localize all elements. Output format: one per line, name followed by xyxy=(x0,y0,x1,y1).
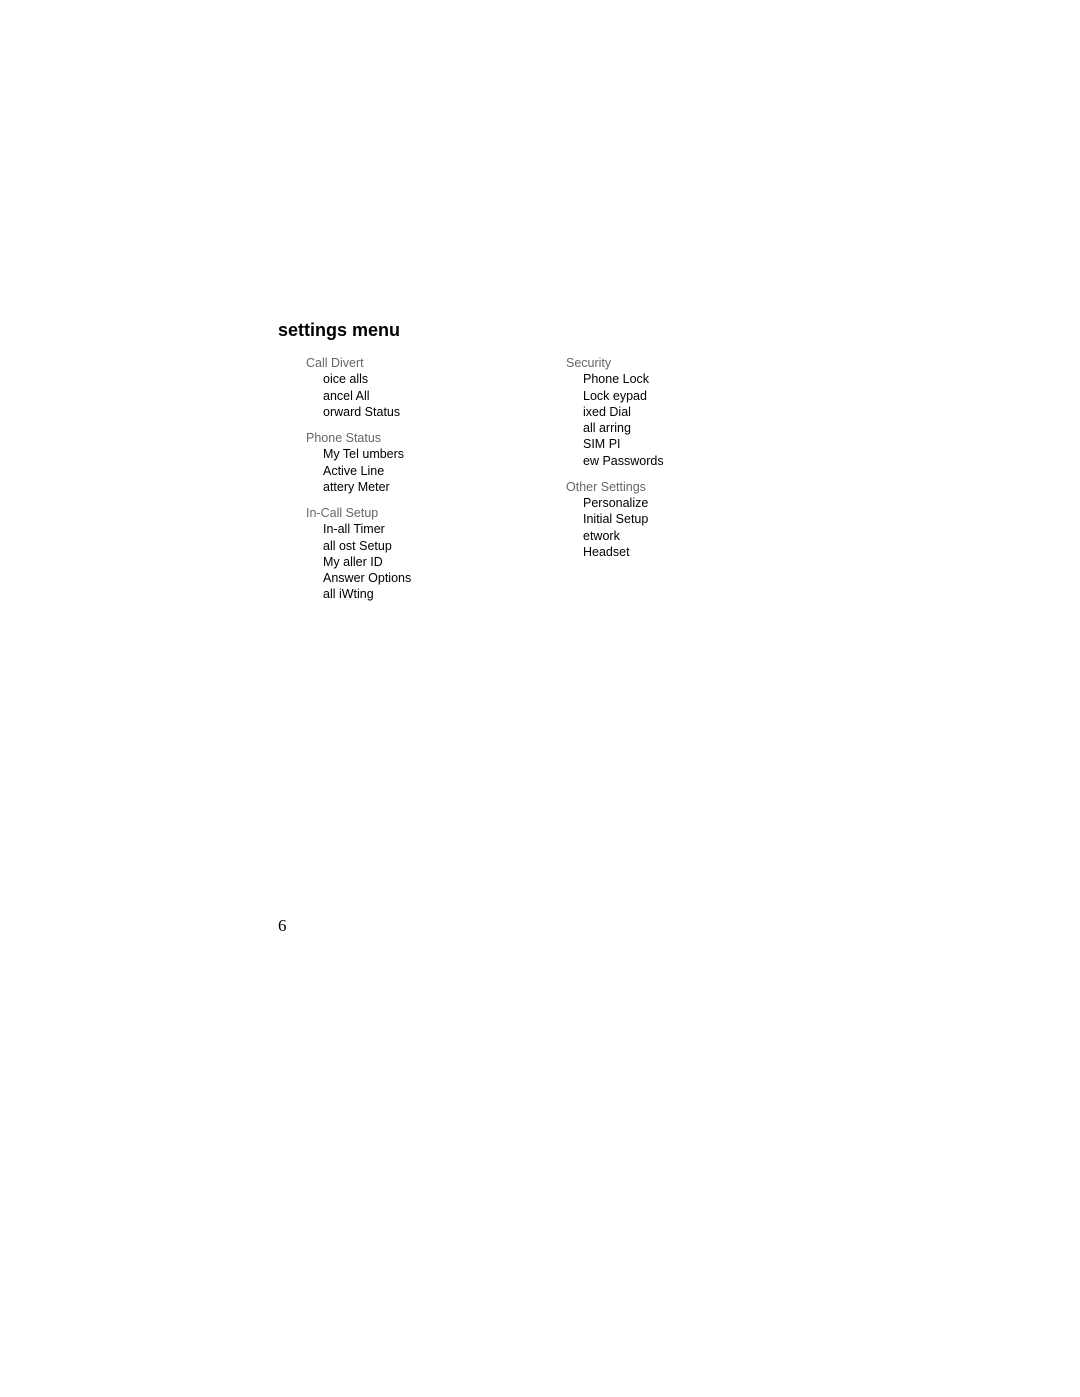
section-header: Security xyxy=(566,355,738,371)
list-item: SIM PI xyxy=(583,436,738,452)
list-item: all arring xyxy=(583,420,738,436)
list-item: ew Passwords xyxy=(583,453,738,469)
item-list: Phone Lock Lock eypad ixed Dial all arri… xyxy=(583,371,738,469)
list-item: Active Line xyxy=(323,463,478,479)
page-title: settings menu xyxy=(278,320,818,341)
section-header: Other Settings xyxy=(566,479,738,495)
section-security: Security Phone Lock Lock eypad ixed Dial… xyxy=(538,355,738,469)
list-item: ancel All xyxy=(323,388,478,404)
item-list: oice alls ancel All orward Status xyxy=(323,371,478,420)
list-item: orward Status xyxy=(323,404,478,420)
item-list: Personalize Initial Setup etwork Headset xyxy=(583,495,738,560)
list-item: Initial Setup xyxy=(583,511,738,527)
list-item: attery Meter xyxy=(323,479,478,495)
section-header: Phone Status xyxy=(306,430,478,446)
settings-menu-page: settings menu Call Divert oice alls ance… xyxy=(278,320,818,613)
left-column: Call Divert oice alls ancel All orward S… xyxy=(278,355,478,613)
section-in-call-setup: In-Call Setup In-all Timer all ost Setup… xyxy=(278,505,478,603)
item-list: My Tel umbers Active Line attery Meter xyxy=(323,446,478,495)
item-list: In-all Timer all ost Setup My aller ID A… xyxy=(323,521,478,602)
section-header: In-Call Setup xyxy=(306,505,478,521)
list-item: all ost Setup xyxy=(323,538,478,554)
list-item: My Tel umbers xyxy=(323,446,478,462)
section-header: Call Divert xyxy=(306,355,478,371)
list-item: all iWting xyxy=(323,586,478,602)
list-item: In-all Timer xyxy=(323,521,478,537)
list-item: Phone Lock xyxy=(583,371,738,387)
section-other-settings: Other Settings Personalize Initial Setup… xyxy=(538,479,738,560)
section-call-divert: Call Divert oice alls ancel All orward S… xyxy=(278,355,478,420)
list-item: My aller ID xyxy=(323,554,478,570)
right-column: Security Phone Lock Lock eypad ixed Dial… xyxy=(538,355,738,613)
list-item: Answer Options xyxy=(323,570,478,586)
list-item: Personalize xyxy=(583,495,738,511)
columns-container: Call Divert oice alls ancel All orward S… xyxy=(278,355,818,613)
list-item: ixed Dial xyxy=(583,404,738,420)
section-phone-status: Phone Status My Tel umbers Active Line a… xyxy=(278,430,478,495)
page-number: 6 xyxy=(278,916,287,936)
list-item: etwork xyxy=(583,528,738,544)
list-item: oice alls xyxy=(323,371,478,387)
list-item: Headset xyxy=(583,544,738,560)
list-item: Lock eypad xyxy=(583,388,738,404)
